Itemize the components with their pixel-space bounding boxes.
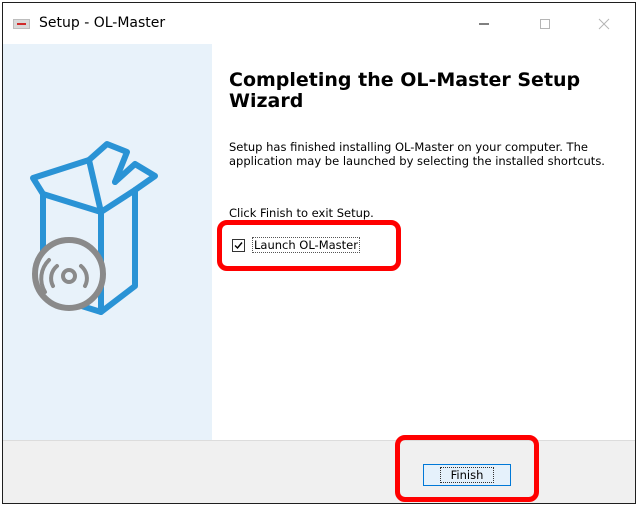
box-with-disc-icon: [30, 141, 158, 315]
launch-checkbox[interactable]: [232, 238, 245, 252]
title-bar: Setup - OL-Master: [3, 3, 635, 44]
checkmark-icon: [234, 241, 243, 249]
finish-instruction: Click Finish to exit Setup.: [229, 206, 374, 220]
window-title: Setup - OL-Master: [39, 15, 166, 31]
launch-checkbox-label[interactable]: Launch OL-Master: [252, 237, 360, 253]
setup-app-icon: [13, 19, 30, 29]
launch-checkbox-row[interactable]: Launch OL-Master: [232, 237, 360, 253]
setup-window: Setup - OL-Master Completing the OL-Mast…: [2, 2, 636, 504]
close-button[interactable]: [581, 3, 627, 44]
maximize-button[interactable]: [522, 3, 568, 44]
minimize-icon: [479, 23, 489, 24]
page-title: Completing the OL-Master Setup Wizard: [229, 69, 581, 112]
footer-bar: Finish: [3, 440, 635, 503]
content-panel: Completing the OL-Master Setup Wizard Se…: [212, 44, 635, 440]
minimize-button[interactable]: [461, 3, 507, 44]
finish-button[interactable]: Finish: [423, 464, 511, 486]
close-icon: [598, 18, 610, 29]
maximize-icon: [540, 18, 550, 29]
completion-message: Setup has finished installing OL-Master …: [229, 140, 605, 168]
finish-button-label: Finish: [439, 467, 495, 483]
side-panel: [3, 44, 212, 440]
